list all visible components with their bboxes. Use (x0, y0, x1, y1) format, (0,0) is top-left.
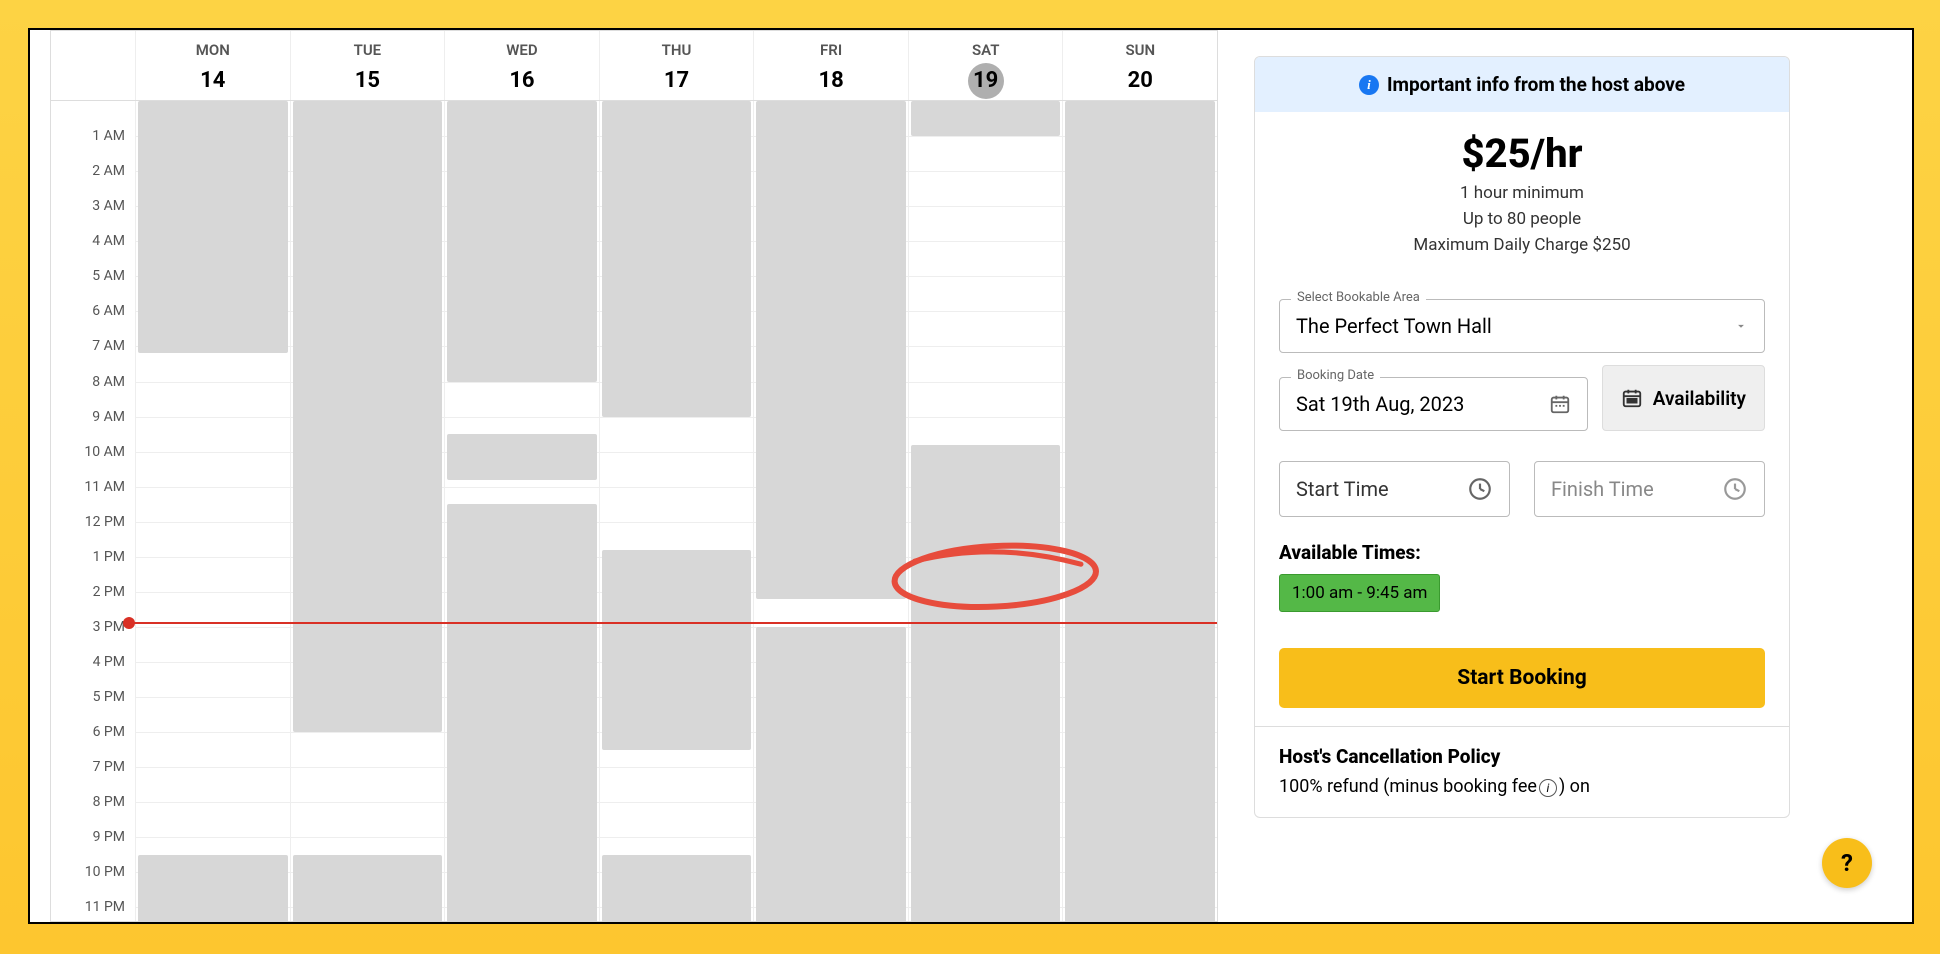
hour-label: 10 AM (84, 444, 125, 460)
hour-label: 1 PM (93, 549, 125, 565)
busy-block (602, 855, 752, 924)
info-banner: i Important info from the host above (1255, 57, 1789, 112)
area-select[interactable]: The Perfect Town Hall (1279, 299, 1765, 353)
calendar-icon (1549, 393, 1571, 415)
hour-label: 5 PM (93, 689, 125, 705)
hour-label: 3 AM (92, 198, 125, 214)
day-column[interactable] (908, 101, 1063, 921)
start-time-input[interactable]: Start Time (1279, 461, 1510, 517)
hour-label: 7 PM (93, 759, 125, 775)
clock-icon (1467, 476, 1493, 502)
day-header-fri[interactable]: FRI18 (753, 31, 908, 100)
hour-label: 11 AM (84, 479, 125, 495)
policy-title: Host's Cancellation Policy (1279, 745, 1765, 768)
chevron-down-icon (1734, 319, 1748, 333)
hour-label: 12 PM (85, 514, 125, 530)
day-column[interactable] (135, 101, 290, 921)
available-times-title: Available Times: (1279, 541, 1765, 564)
busy-block (447, 504, 597, 924)
busy-block (911, 101, 1061, 136)
busy-block (911, 445, 1061, 924)
hour-label: 6 AM (92, 303, 125, 319)
day-header-wed[interactable]: WED16 (444, 31, 599, 100)
max-charge: Maximum Daily Charge $250 (1279, 235, 1765, 255)
day-column[interactable] (444, 101, 599, 921)
hour-label: 6 PM (93, 724, 125, 740)
day-header-sun[interactable]: SUN20 (1062, 31, 1217, 100)
day-header-thu[interactable]: THU17 (599, 31, 754, 100)
start-booking-button[interactable]: Start Booking (1279, 648, 1765, 708)
availability-button[interactable]: Availability (1602, 365, 1765, 431)
busy-block (447, 434, 597, 480)
hour-label: 5 AM (92, 268, 125, 284)
busy-block (756, 101, 906, 599)
day-column[interactable] (290, 101, 445, 921)
max-people: Up to 80 people (1279, 209, 1765, 229)
date-input[interactable]: Sat 19th Aug, 2023 (1279, 377, 1588, 431)
day-column[interactable] (753, 101, 908, 921)
hour-label: 8 AM (92, 374, 125, 390)
info-icon: i (1359, 75, 1379, 95)
busy-block (602, 550, 752, 750)
busy-block (602, 101, 752, 417)
day-header-mon[interactable]: MON14 (135, 31, 290, 100)
busy-block (293, 101, 443, 732)
finish-time-input[interactable]: Finish Time (1534, 461, 1765, 517)
day-header-tue[interactable]: TUE15 (290, 31, 445, 100)
busy-block (293, 855, 443, 924)
hour-label: 11 PM (85, 899, 125, 915)
area-label: Select Bookable Area (1291, 290, 1426, 305)
hour-label: 9 PM (93, 829, 125, 845)
help-button[interactable]: ? (1822, 838, 1872, 888)
available-time-chip[interactable]: 1:00 am - 9:45 am (1279, 574, 1440, 612)
area-value: The Perfect Town Hall (1296, 314, 1492, 338)
hour-label: 7 AM (92, 338, 125, 354)
info-icon[interactable]: i (1539, 779, 1557, 797)
hour-label: 8 PM (93, 794, 125, 810)
hour-label: 10 PM (85, 864, 125, 880)
busy-block (447, 101, 597, 382)
calendar-week-view[interactable]: MON14TUE15WED16THU17FRI18SAT19SUN20 1 AM… (50, 30, 1218, 922)
busy-block (138, 101, 288, 353)
hour-label: 2 AM (92, 163, 125, 179)
hour-label: 1 AM (92, 128, 125, 144)
busy-block (138, 855, 288, 924)
hour-label: 4 AM (92, 233, 125, 249)
day-column[interactable] (599, 101, 754, 921)
policy-text: 100% refund (minus booking feei) on (1279, 774, 1765, 799)
day-column[interactable] (1062, 101, 1217, 921)
minimum-hours: 1 hour minimum (1279, 183, 1765, 203)
hour-label: 9 AM (92, 409, 125, 425)
hour-label: 3 PM (93, 619, 125, 635)
busy-block (756, 627, 906, 924)
calendar-range-icon (1621, 387, 1643, 409)
date-label: Booking Date (1291, 368, 1380, 383)
booking-card: i Important info from the host above $25/… (1254, 56, 1790, 818)
clock-icon (1722, 476, 1748, 502)
busy-block (1065, 101, 1215, 924)
banner-text: Important info from the host above (1387, 73, 1685, 96)
hour-label: 2 PM (93, 584, 125, 600)
day-header-sat[interactable]: SAT19 (908, 31, 1063, 100)
current-time-line (129, 622, 1217, 624)
hour-label: 4 PM (93, 654, 125, 670)
date-value: Sat 19th Aug, 2023 (1296, 392, 1464, 416)
price: $25/hr (1279, 130, 1765, 177)
